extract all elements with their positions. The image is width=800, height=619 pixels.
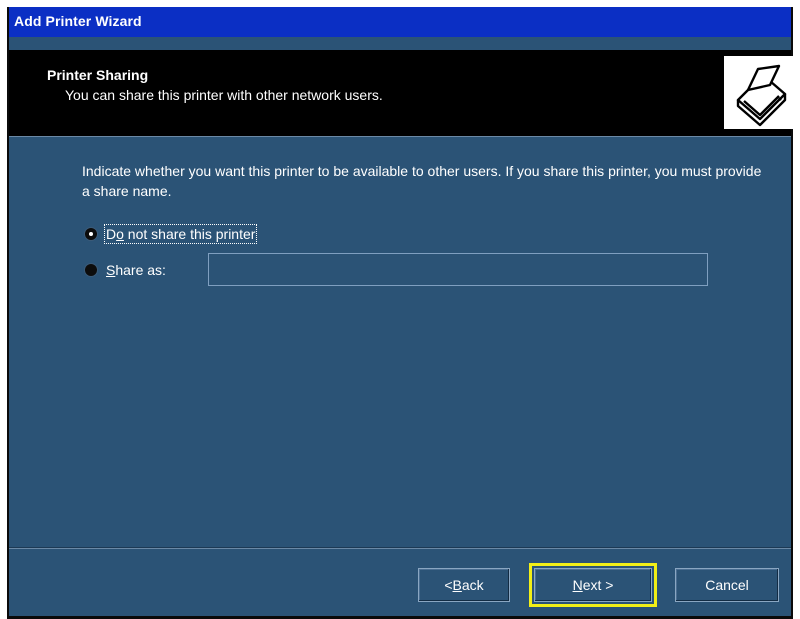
instructions-text: Indicate whether you want this printer t… [82,163,762,199]
back-button[interactable]: < Back [418,568,510,602]
do-not-share-radio[interactable] [85,228,97,240]
page-subtitle: You can share this printer with other ne… [65,87,383,103]
next-button[interactable]: Next > [529,563,657,607]
do-not-share-label[interactable]: Do not share this printer [103,224,258,244]
wizard-header: Printer Sharing You can share this print… [9,50,795,136]
window-title: Add Printer Wizard [14,13,142,29]
share-as-radio[interactable] [85,264,97,276]
share-name-input[interactable] [208,253,708,286]
cancel-button[interactable]: Cancel [675,568,779,602]
do-not-share-option[interactable]: Do not share this printer [85,223,258,245]
add-printer-wizard-window: Add Printer Wizard Printer Sharing You c… [7,7,795,619]
title-bar[interactable]: Add Printer Wizard [9,7,791,37]
share-as-label[interactable]: Share as: [106,262,166,278]
footer-divider [9,547,791,549]
page-title: Printer Sharing [47,67,149,83]
header-divider [9,136,791,137]
share-as-option[interactable]: Share as: [85,259,166,281]
printer-icon [724,56,795,129]
